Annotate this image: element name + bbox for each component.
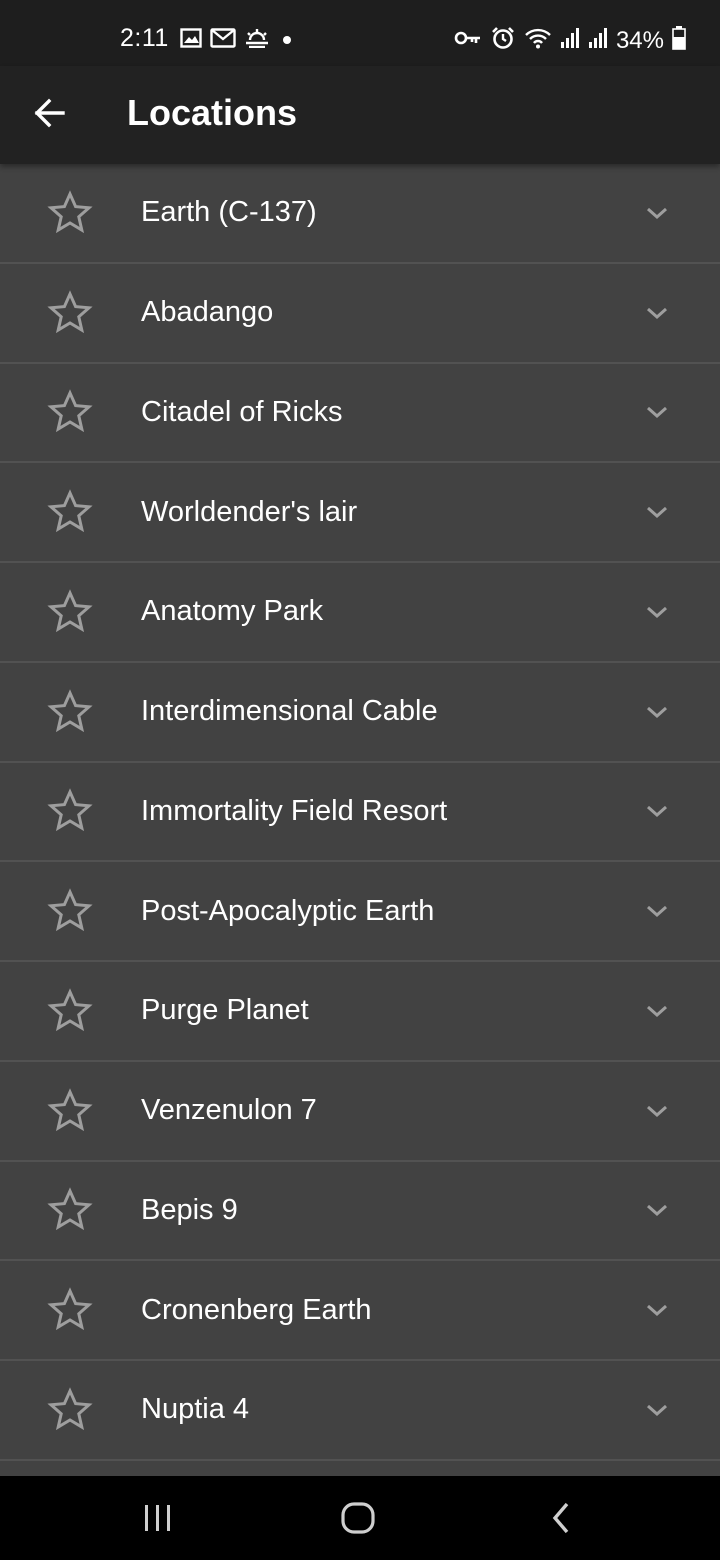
chevron-down-icon[interactable] [643,603,671,621]
signal-icon [588,27,608,54]
status-left-icons [180,28,296,53]
location-list[interactable]: Earth (C-137) Abadango Citadel of Ricks … [0,164,720,1476]
star-outline-icon[interactable] [47,489,93,535]
signal-icon [560,27,580,54]
home-icon[interactable] [338,1498,378,1538]
chevron-down-icon[interactable] [643,1102,671,1120]
star-outline-icon[interactable] [47,788,93,834]
star-outline-icon[interactable] [47,1387,93,1433]
status-bar: 2:11 34% [0,0,720,66]
list-item[interactable]: Venzenulon 7 [0,1062,720,1162]
back-button[interactable] [24,90,74,140]
star-outline-icon[interactable] [47,888,93,934]
list-item[interactable]: Abadango [0,264,720,364]
location-name: Citadel of Ricks [141,395,343,428]
location-name: Bepis 9 [141,1193,238,1226]
location-name: Purge Planet [141,994,309,1027]
list-item[interactable]: Immortality Field Resort [0,763,720,863]
list-item[interactable]: Cronenberg Earth [0,1261,720,1361]
list-item[interactable]: Earth (C-137) [0,164,720,264]
status-time: 2:11 [120,24,169,52]
star-outline-icon[interactable] [47,1087,93,1134]
star-outline-icon[interactable] [47,688,93,735]
page-title: Locations [127,92,298,133]
recents-icon[interactable] [140,1500,176,1536]
list-item[interactable]: Interdimensional Cable [0,663,720,763]
image-icon [180,28,202,53]
location-name: Post-Apocalyptic Earth [141,894,435,927]
status-right-icons: 34% [454,26,686,55]
list-item[interactable]: Purge Planet [0,962,720,1062]
chevron-down-icon[interactable] [643,304,671,322]
chevron-down-icon[interactable] [643,703,671,721]
location-name: Venzenulon 7 [141,1094,317,1127]
battery-percent: 34% [615,26,664,54]
system-nav-bar [0,1476,720,1560]
star-outline-icon[interactable] [47,1187,93,1233]
location-name: Cronenberg Earth [141,1293,372,1326]
location-name: Anatomy Park [141,595,324,628]
chevron-down-icon[interactable] [643,204,671,222]
screen: 2:11 34% Locations Earth (C-137) Abadang… [0,0,720,1560]
star-outline-icon[interactable] [47,289,93,336]
location-name: Earth (C-137) [141,196,317,229]
chevron-down-icon[interactable] [643,1301,671,1319]
chevron-down-icon[interactable] [643,403,671,421]
list-item[interactable]: Citadel of Ricks [0,364,720,464]
list-item[interactable]: Nuptia 4 [0,1361,720,1461]
location-name: Nuptia 4 [141,1393,250,1426]
alarm-icon [490,26,516,55]
chevron-down-icon[interactable] [643,1201,671,1219]
vpn-key-icon [454,30,482,51]
chevron-down-icon[interactable] [643,1002,671,1020]
weather-icon [244,28,270,53]
star-outline-icon[interactable] [47,190,93,236]
star-outline-icon[interactable] [47,389,93,435]
location-name: Abadango [141,296,274,329]
chevron-down-icon[interactable] [643,902,671,920]
list-item[interactable]: Worldender's lair [0,463,720,563]
list-item[interactable]: Bepis 9 [0,1162,720,1262]
arrow-back-icon [33,98,65,133]
notification-dot-icon [278,28,296,53]
star-outline-icon[interactable] [47,1287,93,1333]
wifi-icon [524,27,552,54]
star-outline-icon[interactable] [47,589,93,635]
star-outline-icon[interactable] [47,988,93,1034]
chevron-down-icon[interactable] [643,802,671,820]
back-icon[interactable] [545,1498,575,1538]
chevron-down-icon[interactable] [643,1401,671,1419]
battery-icon [672,26,686,55]
location-name: Interdimensional Cable [141,695,438,728]
app-bar: Locations [0,66,720,164]
location-name: Immortality Field Resort [141,794,448,827]
list-item[interactable]: Post-Apocalyptic Earth [0,862,720,962]
gmail-icon [210,28,236,53]
list-item[interactable]: Anatomy Park [0,563,720,663]
location-name: Worldender's lair [141,495,358,528]
chevron-down-icon[interactable] [643,503,671,521]
